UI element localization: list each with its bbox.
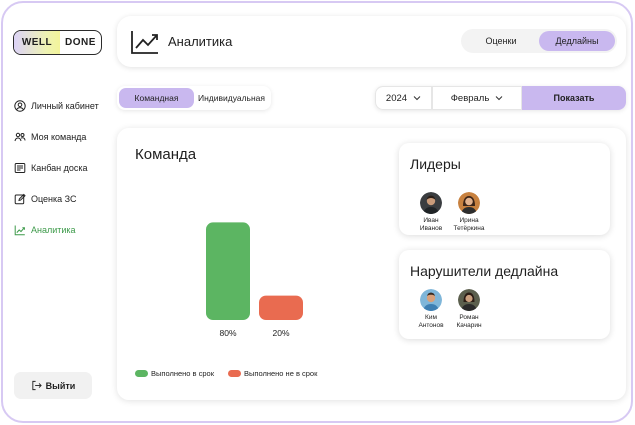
tab-ratings[interactable]: Оценки — [463, 31, 539, 51]
bar-value-label: 20% — [272, 328, 289, 338]
chart-legend: Выполнено в срок Выполнено не в срок — [135, 369, 331, 378]
person-card[interactable]: Ким Антонов — [412, 289, 450, 330]
person-card[interactable]: Ирина Тетёркина — [450, 192, 488, 233]
period-filters: 2024 Февраль Показать — [375, 86, 626, 110]
logo[interactable]: WELL DONE — [13, 30, 102, 55]
legend-item: Выполнено в срок — [135, 369, 214, 378]
logout-icon — [32, 380, 42, 391]
person-first-name: Ким — [425, 314, 437, 321]
logout-label: Выйти — [45, 380, 76, 391]
legend-label: Выполнено в срок — [151, 369, 214, 378]
leaders-title: Лидеры — [410, 156, 461, 172]
sidebar-item-label: Моя команда — [31, 131, 87, 142]
sidebar-item-label: Аналитика — [31, 224, 76, 235]
chevron-down-icon — [495, 96, 503, 101]
sidebar-item-evaluation[interactable]: Оценка ЗС — [14, 183, 99, 214]
person-last-name: Тетёркина — [453, 225, 485, 232]
sidebar-item-label: Личный кабинет — [31, 100, 99, 111]
edit-icon — [14, 193, 26, 204]
legend-item: Выполнено не в срок — [228, 369, 317, 378]
avatar — [420, 289, 442, 311]
sidebar-item-profile[interactable]: Личный кабинет — [14, 90, 99, 121]
toggle-team[interactable]: Командная — [119, 88, 194, 108]
person-first-name: Роман — [459, 314, 479, 321]
bar-late — [259, 295, 303, 320]
sidebar-item-analytics[interactable]: Аналитика — [14, 214, 99, 245]
violators-title: Нарушители дедлайна — [410, 263, 559, 279]
sidebar-item-kanban[interactable]: Канбан доска — [14, 152, 99, 183]
avatar — [458, 192, 480, 214]
person-last-name: Антонов — [418, 322, 444, 329]
avatar — [458, 289, 480, 311]
team-analytics-card: Команда 80% 20% Выполнено в срок Выполнен… — [117, 128, 626, 400]
person-first-name: Иван — [423, 217, 439, 224]
person-name: Иван Иванов — [420, 217, 442, 233]
bar-value-label: 80% — [219, 328, 236, 338]
show-button[interactable]: Показать — [522, 86, 626, 110]
page-title: Аналитика — [168, 34, 233, 49]
kanban-board-icon — [14, 162, 26, 173]
user-circle-icon — [14, 99, 26, 112]
leaders-list: Иван Иванов Ирина Тетёркина — [412, 192, 488, 233]
avatar — [420, 192, 442, 214]
team-icon — [14, 132, 26, 141]
violators-list: Ким Антонов Роман Качарин — [412, 289, 488, 330]
toggle-individual[interactable]: Индивидуальная — [194, 88, 269, 108]
bar-on-time — [206, 222, 250, 320]
leaders-card: Лидеры Иван Иванов Ирина Тетёркина — [399, 143, 610, 235]
deadline-violators-card: Нарушители дедлайна Ким Антонов Роман Ка… — [399, 250, 610, 339]
person-name: Ким Антонов — [418, 314, 443, 330]
person-card[interactable]: Роман Качарин — [450, 289, 488, 330]
month-value: Февраль — [450, 92, 490, 104]
person-card[interactable]: Иван Иванов — [412, 192, 450, 233]
header-view-toggle: Оценки Дедлайны — [461, 29, 617, 53]
chevron-down-icon — [413, 96, 421, 101]
sidebar-item-team[interactable]: Моя команда — [14, 121, 99, 152]
analytics-chart-icon — [131, 30, 158, 54]
deadline-bar-chart: 80% 20% — [206, 222, 303, 338]
legend-swatch-on-time — [135, 370, 148, 377]
page-header: Аналитика Оценки Дедлайны — [117, 16, 626, 67]
sidebar-item-label: Оценка ЗС — [31, 193, 77, 204]
person-name: Ирина Тетёркина — [454, 217, 485, 233]
year-select[interactable]: 2024 — [375, 86, 432, 110]
sidebar-item-label: Канбан доска — [31, 162, 88, 173]
logo-part-done: DONE — [65, 37, 96, 48]
person-name: Роман Качарин — [456, 314, 481, 330]
month-select[interactable]: Февраль — [432, 86, 522, 110]
logout-button[interactable]: Выйти — [14, 372, 92, 399]
year-value: 2024 — [385, 92, 408, 104]
legend-swatch-late — [228, 370, 241, 377]
logo-part-well: WELL — [14, 31, 60, 54]
person-first-name: Ирина — [459, 217, 479, 224]
app-frame: WELL DONE Личный кабинет Моя команда Кан… — [1, 1, 633, 423]
legend-label: Выполнено не в срок — [244, 369, 318, 378]
chart-line-icon — [14, 225, 25, 235]
team-individual-toggle: Командная Индивидуальная — [117, 86, 271, 110]
person-last-name: Иванов — [419, 225, 443, 232]
sidebar-nav: Личный кабинет Моя команда Канбан доска … — [14, 90, 99, 245]
person-last-name: Качарин — [456, 322, 482, 329]
tab-deadlines[interactable]: Дедлайны — [539, 31, 615, 51]
